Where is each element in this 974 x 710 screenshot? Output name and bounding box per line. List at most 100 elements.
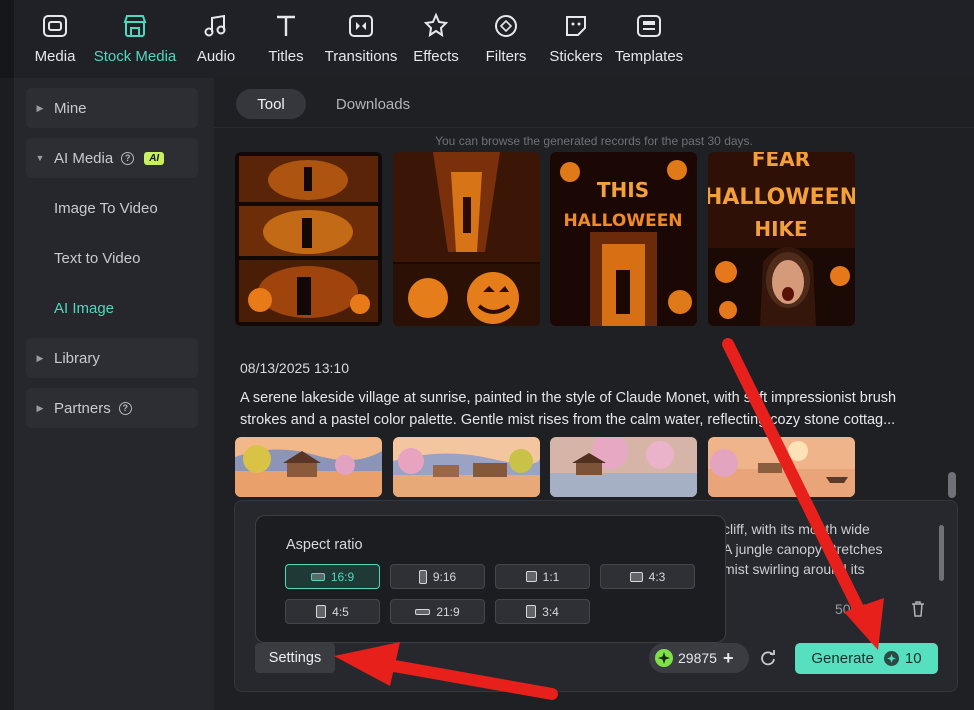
sidebar-item-label: Partners <box>54 399 111 417</box>
aspect-option-4-5[interactable]: 4:5 <box>285 599 380 624</box>
tab-downloads[interactable]: Downloads <box>320 89 426 119</box>
landscape-ratio-icon <box>629 571 643 582</box>
toolbar-stock-media[interactable]: Stock Media <box>92 12 178 72</box>
generated-image-thumb[interactable] <box>550 437 697 497</box>
audio-icon <box>204 14 226 37</box>
halloween-4-text-a: FEAR <box>752 152 810 171</box>
sidebar-item-mine[interactable]: ▶ Mine <box>26 88 198 128</box>
halloween-image-3: THIS HALLOWEEN <box>550 152 697 326</box>
halloween-image-2 <box>393 152 540 326</box>
history-notice: You can browse the generated records for… <box>435 134 753 148</box>
village-image-3 <box>550 437 697 497</box>
content-scrollbar[interactable] <box>948 472 956 498</box>
aspect-ratio-title: Aspect ratio <box>286 537 363 553</box>
toolbar-transitions[interactable]: Transitions <box>324 12 398 72</box>
top-toolbar: Media Stock Media Audio Titles Transitio… <box>0 0 974 78</box>
halloween-image-4: FEAR HALLOWEEN HIKE <box>708 152 855 326</box>
refresh-icon[interactable] <box>759 649 777 667</box>
prompt-text-line: mist swirling around its <box>723 561 865 577</box>
record-prompt-line: strokes and a pastel color palette. Gent… <box>240 412 896 428</box>
caret-right-icon: ▶ <box>36 102 44 113</box>
caret-down-icon: ▼ <box>35 153 45 163</box>
tab-bar: Tool Downloads <box>214 78 974 128</box>
toolbar-filters[interactable]: Filters <box>484 12 528 72</box>
sidebar-item-partners[interactable]: ▶ Partners ? <box>26 388 198 428</box>
toolbar-transitions-label: Transitions <box>324 48 398 65</box>
sidebar-item-label: Text to Video <box>54 249 141 267</box>
square-ratio-icon <box>525 571 537 582</box>
sidebar-item-text-to-video[interactable]: Text to Video <box>26 238 198 278</box>
help-icon[interactable]: ? <box>121 151 135 165</box>
toolbar-filters-label: Filters <box>485 48 527 65</box>
media-icon <box>43 15 67 37</box>
trash-icon[interactable] <box>911 601 925 617</box>
help-icon[interactable]: ? <box>118 401 132 415</box>
landscape-ratio-icon <box>310 572 325 581</box>
aspect-option-4-3[interactable]: 4:3 <box>600 564 695 589</box>
filters-icon <box>495 15 517 37</box>
credit-coin-icon <box>883 651 899 666</box>
generate-button[interactable]: Generate 10 <box>795 643 938 674</box>
toolbar-media[interactable]: Media <box>32 12 78 72</box>
prompt-text-line: A jungle canopy stretches <box>723 541 883 557</box>
prompt-text-line: cliff, with its mouth wide <box>723 521 870 537</box>
record-prompt: A serene lakeside village at sunrise, pa… <box>240 387 940 431</box>
portrait-ratio-icon <box>316 605 327 618</box>
aspect-ratio-popup: Aspect ratio 16:9 9:16 1:1 4:3 4:5 21:9 … <box>255 515 726 643</box>
add-credits-icon[interactable]: + <box>723 648 734 669</box>
halloween-image-1 <box>235 152 382 326</box>
village-image-2 <box>393 437 540 497</box>
toolbar-templates[interactable]: Templates <box>614 12 684 72</box>
generated-image-thumb[interactable] <box>235 152 382 326</box>
credits-value: 29875 <box>678 650 717 666</box>
ai-badge: AI <box>144 151 165 165</box>
village-image-4 <box>708 437 855 497</box>
generated-image-thumb[interactable] <box>708 437 855 497</box>
divider: | <box>862 601 866 617</box>
generate-label: Generate <box>811 650 874 667</box>
generated-image-thumb[interactable]: FEAR HALLOWEEN HIKE <box>708 152 855 326</box>
generate-cost: 10 <box>904 650 922 667</box>
titles-icon <box>277 15 295 36</box>
aspect-option-16-9[interactable]: 16:9 <box>285 564 380 589</box>
char-count: 500 | <box>835 601 870 617</box>
sidebar-item-image-to-video[interactable]: Image To Video <box>26 188 198 228</box>
aspect-option-21-9[interactable]: 21:9 <box>390 599 485 624</box>
sidebar-item-label: AI Media <box>54 149 114 167</box>
halloween-4-text-b: HALLOWEEN <box>708 185 855 210</box>
aspect-option-label: 21:9 <box>436 604 460 619</box>
toolbar-stickers[interactable]: Stickers <box>548 12 604 72</box>
halloween-4-text-c: HIKE <box>754 217 807 241</box>
sidebar-item-ai-image[interactable]: AI Image <box>26 288 198 328</box>
toolbar-titles[interactable]: Titles <box>264 12 308 72</box>
char-count-value: 500 <box>835 601 859 617</box>
textarea-scrollbar[interactable] <box>939 525 944 581</box>
aspect-option-1-1[interactable]: 1:1 <box>495 564 590 589</box>
credits-balance[interactable]: 29875 + <box>649 643 749 673</box>
generated-image-thumb[interactable] <box>393 437 540 497</box>
transitions-icon <box>349 15 373 37</box>
sidebar: ▶ Mine ▼ AI Media ? AI Image To Video Te… <box>14 78 214 710</box>
halloween-3-text-a: THIS <box>597 178 649 202</box>
generated-image-thumb[interactable] <box>235 437 382 497</box>
toolbar-effects[interactable]: Effects <box>412 12 460 72</box>
toolbar-audio[interactable]: Audio <box>194 12 238 72</box>
tab-tool[interactable]: Tool <box>236 89 306 119</box>
record-timestamp: 08/13/2025 13:10 <box>240 360 349 376</box>
generated-image-thumb[interactable] <box>393 152 540 326</box>
toolbar-media-label: Media <box>34 48 76 65</box>
effects-icon <box>423 12 449 38</box>
wide-ratio-icon <box>415 608 431 615</box>
sidebar-item-library[interactable]: ▶ Library <box>26 338 198 378</box>
aspect-option-3-4[interactable]: 3:4 <box>495 599 590 624</box>
village-image-1 <box>235 437 382 497</box>
templates-icon <box>637 15 661 37</box>
halloween-3-text-b: HALLOWEEN <box>563 211 682 231</box>
prompt-textarea[interactable]: cliff, with its mouth wide A jungle cano… <box>723 519 937 595</box>
generated-image-thumb[interactable]: THIS HALLOWEEN <box>550 152 697 326</box>
aspect-option-9-16[interactable]: 9:16 <box>390 564 485 589</box>
toolbar-templates-label: Templates <box>614 48 684 65</box>
aspect-option-label: 16:9 <box>330 569 355 584</box>
aspect-option-label: 1:1 <box>542 569 560 584</box>
settings-button[interactable]: Settings <box>255 643 335 673</box>
